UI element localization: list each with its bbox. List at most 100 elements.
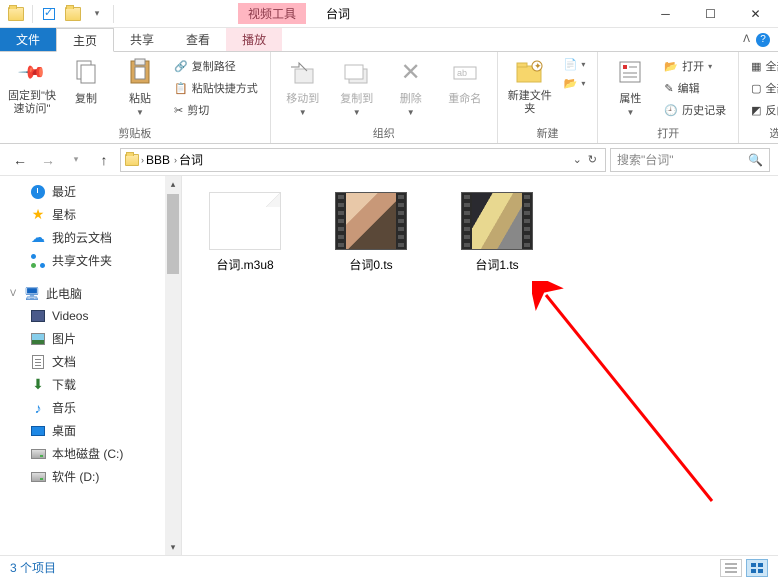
clock-icon [31,185,45,199]
icons-view-button[interactable] [746,559,768,577]
sidebar-item-recent[interactable]: 最近 [0,180,181,203]
contextual-tab-label: 视频工具 [238,3,306,24]
scroll-up-icon[interactable]: ▴ [165,176,181,192]
breadcrumb-seg-bbb[interactable]: BBB› [146,153,177,167]
tree-expand-icon[interactable]: ᐯ [10,288,16,299]
sidebar-item-drive-c[interactable]: 本地磁盘 (C:) [0,442,181,465]
cloud-icon: ☁ [30,230,46,246]
tab-home[interactable]: 主页 [56,28,114,52]
select-all-button[interactable]: ▦全部选择 [747,56,778,76]
paste-label: 粘贴 [129,90,151,106]
new-folder-icon: ✦ [515,58,545,86]
sidebar-item-star[interactable]: ★星标 [0,203,181,226]
explorer-body: 最近 ★星标 ☁我的云文档 共享文件夹 ᐯ🖥此电脑 Videos 图片 文档 ⬇… [0,176,778,555]
open-icon: 📂 [664,60,678,73]
pin-label: 固定到"快速访问" [8,90,56,116]
details-view-button[interactable] [720,559,742,577]
status-bar: 3 个项目 [0,555,778,579]
maximize-button[interactable]: ☐ [688,0,733,28]
new-folder-button[interactable]: ✦ 新建文件夹 [506,56,554,116]
paste-button[interactable]: 粘贴 ▼ [116,56,164,117]
copy-icon [73,59,99,85]
sidebar-item-videos[interactable]: Videos [0,305,181,327]
select-none-button[interactable]: ▢全部取消 [747,78,778,98]
rename-button[interactable]: ab 重命名 [441,56,489,106]
navigation-pane[interactable]: 最近 ★星标 ☁我的云文档 共享文件夹 ᐯ🖥此电脑 Videos 图片 文档 ⬇… [0,176,182,555]
scroll-down-icon[interactable]: ▾ [165,539,181,555]
sidebar-item-documents[interactable]: 文档 [0,350,181,373]
new-item-dropdown[interactable]: 📄▾ [560,56,590,73]
move-to-button[interactable]: 移动到▼ [279,56,327,117]
qat-folder-icon[interactable] [61,3,85,25]
tab-view[interactable]: 查看 [170,28,226,51]
help-icon[interactable]: ? [756,33,770,47]
file-item[interactable]: 台词0.ts [316,192,426,273]
qat-customize-chevron[interactable]: ▾ [85,3,109,25]
sidebar-item-music[interactable]: ♪音乐 [0,396,181,419]
copy-button[interactable]: 复制 [62,56,110,106]
address-bar[interactable]: › BBB› 台词 ⌄ ↻ [120,148,606,172]
scroll-thumb[interactable] [167,194,179,274]
delete-button[interactable]: ✕ 删除▼ [387,56,435,117]
group-new-label: 新建 [506,123,590,141]
back-button[interactable]: ← [8,148,32,172]
refresh-icon[interactable]: ↻ [588,153,597,166]
ribbon-group-new: ✦ 新建文件夹 📄▾ 📂▾ 新建 [498,52,599,143]
group-open-label: 打开 [606,123,730,141]
svg-text:✦: ✦ [534,61,542,71]
ribbon-group-open: 属性▼ 📂打开▾ ✎编辑 🕘历史记录 打开 [598,52,739,143]
sidebar-item-pictures[interactable]: 图片 [0,327,181,350]
file-name: 台词1.ts [475,256,518,273]
app-folder-icon[interactable] [4,3,28,25]
select-none-icon: ▢ [751,82,761,95]
recent-locations-dropdown[interactable]: ▾ [64,148,88,172]
copy-to-button[interactable]: 复制到▼ [333,56,381,117]
close-button[interactable]: ✕ [733,0,778,28]
file-item[interactable]: 台词.m3u8 [190,192,300,273]
invert-selection-button[interactable]: ◩反向选择 [747,100,778,120]
file-item[interactable]: 台词1.ts [442,192,552,273]
sidebar-item-downloads[interactable]: ⬇下载 [0,373,181,396]
music-icon: ♪ [30,400,46,416]
sidebar-item-this-pc[interactable]: ᐯ🖥此电脑 [0,282,181,305]
collapse-ribbon-icon[interactable]: ᐱ [743,34,750,45]
breadcrumb-seg-current[interactable]: 台词 [179,151,203,168]
tab-share[interactable]: 共享 [114,28,170,51]
window-title: 台词 [326,5,350,22]
ribbon-tabs: 文件 主页 共享 查看 播放 ᐱ ? [0,28,778,52]
move-to-icon [289,59,317,85]
file-thumbnail-video [335,192,407,250]
qat-checkbox-icon[interactable] [37,3,61,25]
address-dropdown-icon[interactable]: ⌄ [573,153,582,166]
ribbon-group-organize: 移动到▼ 复制到▼ ✕ 删除▼ ab 重命名 组织 [271,52,498,143]
select-all-icon: ▦ [751,60,761,73]
search-box[interactable]: 搜索"台词" 🔍 [610,148,770,172]
svg-text:ab: ab [457,68,467,78]
new-item-icon: 📄 [564,58,578,71]
sidebar-item-shared[interactable]: 共享文件夹 [0,249,181,272]
copy-path-button[interactable]: 🔗复制路径 [170,56,262,76]
edit-button[interactable]: ✎编辑 [660,78,730,98]
pin-to-quick-access-button[interactable]: 📌 固定到"快速访问" [8,56,56,116]
up-button[interactable]: ↑ [92,148,116,172]
open-button[interactable]: 📂打开▾ [660,56,730,76]
sidebar-item-cloud[interactable]: ☁我的云文档 [0,226,181,249]
easy-access-dropdown[interactable]: 📂▾ [560,75,590,92]
file-list[interactable]: 台词.m3u8 台词0.ts 台词1.ts [182,176,778,555]
sidebar-scrollbar[interactable]: ▴ ▾ [165,176,181,555]
tab-file[interactable]: 文件 [0,28,56,51]
cut-button[interactable]: ✂剪切 [170,100,262,120]
forward-button[interactable]: → [36,148,60,172]
sidebar-item-desktop[interactable]: 桌面 [0,419,181,442]
file-name: 台词0.ts [349,256,392,273]
tab-play[interactable]: 播放 [226,28,282,51]
history-icon: 🕘 [664,104,678,117]
paste-shortcut-button[interactable]: 📋粘贴快捷方式 [170,78,262,98]
pin-icon: 📌 [17,57,48,88]
history-button[interactable]: 🕘历史记录 [660,100,730,120]
properties-button[interactable]: 属性▼ [606,56,654,117]
copy-label: 复制 [75,90,97,106]
minimize-button[interactable]: ─ [643,0,688,28]
breadcrumb-chevron-icon[interactable]: › [141,155,144,165]
sidebar-item-drive-d[interactable]: 软件 (D:) [0,465,181,488]
